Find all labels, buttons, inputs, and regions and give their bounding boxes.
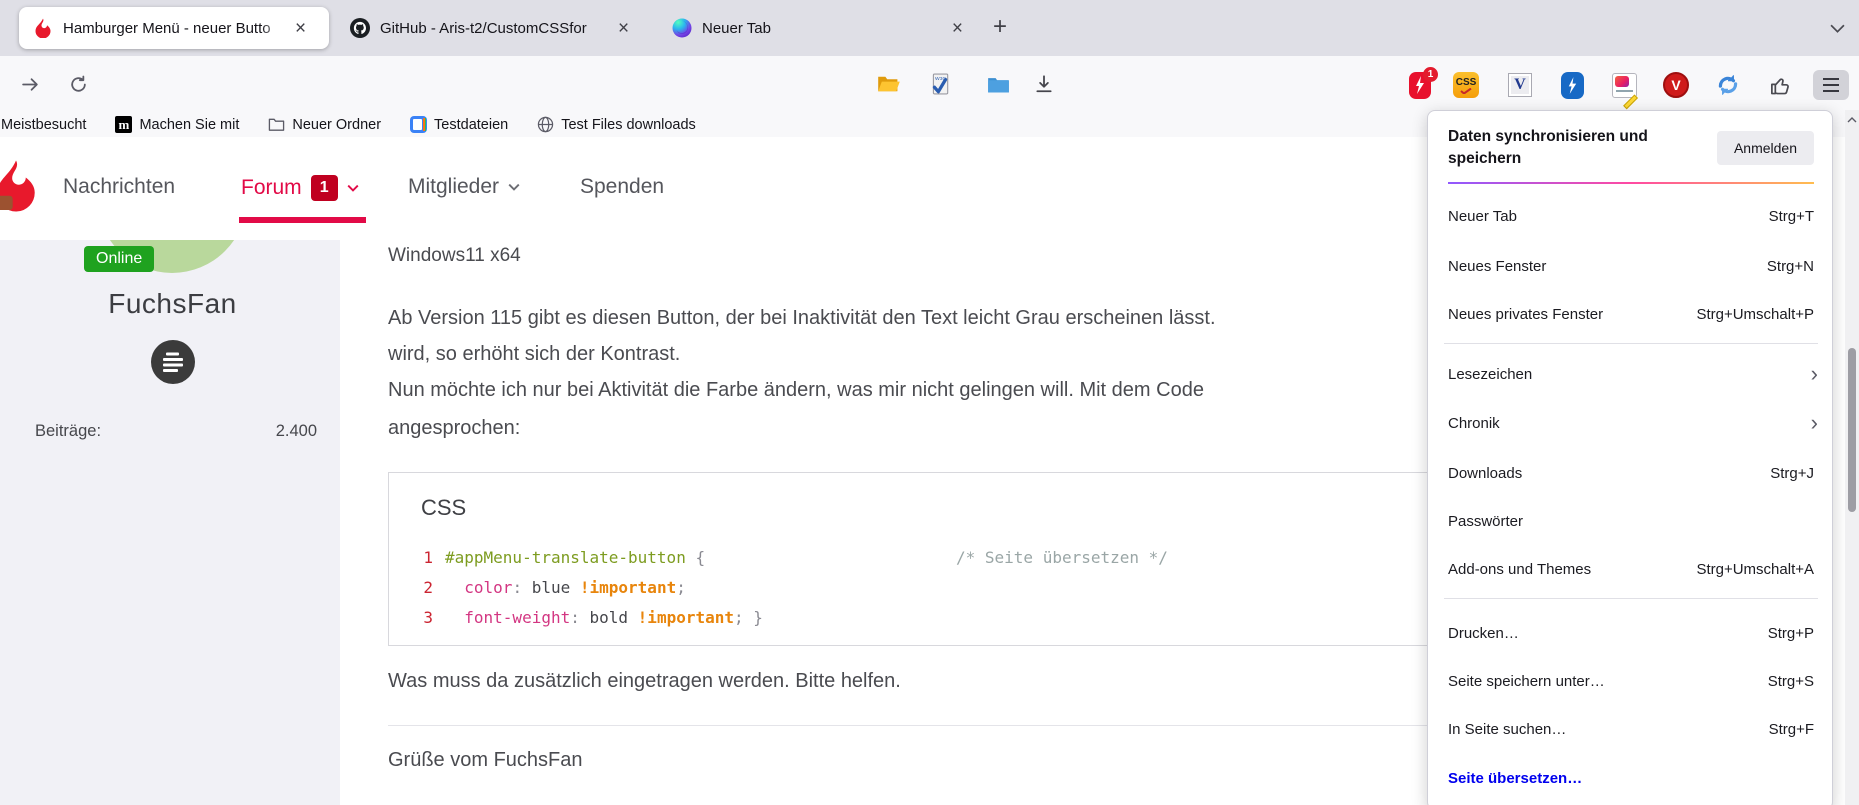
username[interactable]: FuchsFan <box>0 288 340 320</box>
tab-neuer-tab[interactable]: Neuer Tab × <box>658 7 973 49</box>
new-tab-button[interactable]: + <box>993 15 1007 39</box>
extension-page-editor-icon[interactable] <box>1610 71 1638 99</box>
status-badge: Online <box>84 246 154 272</box>
sync-header-label: Daten synchronisieren und speichern <box>1448 126 1680 170</box>
menu-sync-header: Daten synchronisieren und speichern Anme… <box>1448 126 1814 170</box>
tab-title: Neuer Tab <box>702 20 944 37</box>
menu-item-chronik[interactable]: Chronik› <box>1428 405 1834 441</box>
firefox-favicon-icon <box>672 18 692 38</box>
bookmark-test-files-downloads[interactable]: Test Files downloads <box>537 116 696 133</box>
globe-icon <box>537 116 554 133</box>
thumbs-up-icon[interactable] <box>1766 71 1794 99</box>
tab-close-icon[interactable]: × <box>618 19 629 38</box>
open-folder-icon[interactable] <box>875 70 903 98</box>
menu-item-passwoerter[interactable]: Passwörter <box>1428 503 1834 539</box>
tab-github[interactable]: GitHub - Aris-t2/CustomCSSfor × <box>336 7 652 49</box>
post-signature: Grüße vom FuchsFan <box>388 749 583 772</box>
reload-icon[interactable] <box>64 70 92 98</box>
gradient-divider <box>1448 182 1814 184</box>
tab-title: Hamburger Menü - neuer Butto <box>63 20 287 37</box>
post-paragraph-line: wird, so erhöht sich der Kontrast. <box>388 343 680 366</box>
code-lines[interactable]: 1#appMenu-translate-button {/* Seite übe… <box>419 543 763 633</box>
testdateien-favicon-icon <box>410 116 427 133</box>
window-scrollbar[interactable] <box>1845 110 1859 805</box>
post-paragraph-line: Nun möchte ich nur bei Aktivität die Far… <box>388 379 1204 402</box>
menu-item-neues-fenster[interactable]: Neues FensterStrg+N <box>1428 248 1834 284</box>
menu-divider <box>1444 598 1818 599</box>
tab-hamburger-menu[interactable]: Hamburger Menü - neuer Butto × <box>19 7 329 49</box>
menu-item-drucken[interactable]: Drucken…Strg+P <box>1428 615 1834 651</box>
post-author-sidebar: Online FuchsFan Beiträge: 2.400 <box>0 240 340 805</box>
user-rank-icon <box>150 339 196 390</box>
bookmark-meistbesucht[interactable]: Meistbesucht <box>1 117 86 133</box>
menu-item-seite-uebersetzen[interactable]: Seite übersetzen… <box>1428 760 1834 796</box>
nav-nachrichten[interactable]: Nachrichten <box>63 175 175 199</box>
site-logo-flame-icon[interactable] <box>0 159 38 222</box>
extension-flagfox-icon[interactable]: 1 <box>1406 71 1434 99</box>
tab-title: GitHub - Aris-t2/CustomCSSfor <box>380 20 610 37</box>
submenu-chevron-icon: › <box>1811 412 1818 434</box>
folder-outline-icon <box>268 116 285 133</box>
scrollbar-thumb[interactable] <box>1848 348 1856 512</box>
code-line-3: 3 font-weight: bold !important; } <box>419 603 763 633</box>
menu-item-downloads[interactable]: DownloadsStrg+J <box>1428 455 1834 491</box>
download-icon[interactable] <box>1030 70 1058 98</box>
chevron-down-icon <box>508 183 520 191</box>
nav-mitglieder[interactable]: Mitglieder <box>408 175 520 199</box>
menu-item-neuer-tab[interactable]: Neuer TabStrg+T <box>1428 198 1834 234</box>
extension-v-red-icon[interactable]: V <box>1662 71 1690 99</box>
code-line-1: 1#appMenu-translate-button {/* Seite übe… <box>419 543 763 573</box>
extension-lightning-icon[interactable] <box>1558 71 1586 99</box>
post-meta: Windows11 x64 <box>388 245 521 267</box>
submenu-chevron-icon: › <box>1811 363 1818 385</box>
forum-count-badge: 1 <box>311 175 338 201</box>
github-favicon-icon <box>350 18 370 38</box>
menu-item-seite-speichern[interactable]: Seite speichern unter…Strg+S <box>1428 663 1834 699</box>
posts-value: 2.400 <box>276 422 317 441</box>
nav-spenden[interactable]: Spenden <box>580 175 664 199</box>
code-language-label: CSS <box>421 495 466 521</box>
extension-sync-icon[interactable] <box>1714 71 1742 99</box>
forward-icon[interactable] <box>16 70 44 98</box>
tab-bar: Hamburger Menü - neuer Butto × GitHub - … <box>0 0 1859 56</box>
tab-close-icon[interactable]: × <box>295 19 306 38</box>
chevron-down-icon <box>347 184 359 192</box>
sign-in-button[interactable]: Anmelden <box>1717 131 1814 165</box>
m-favicon-icon: m <box>115 116 132 133</box>
navigation-toolbar: https://www.camp-firefox.de/forum/thema/… <box>0 56 1859 112</box>
menu-divider <box>1444 343 1818 344</box>
scrollbar-up-icon[interactable] <box>1846 114 1858 126</box>
post-question: Was muss da zusätzlich eingetragen werde… <box>388 670 901 693</box>
posts-count-row: Beiträge: 2.400 <box>35 422 317 441</box>
bookmark-machen-sie-mit[interactable]: m Machen Sie mit <box>115 116 239 133</box>
extension-css-icon[interactable]: CSS <box>1452 71 1480 99</box>
w3c-validator-icon[interactable]: W3C <box>926 70 954 98</box>
flame-favicon-icon <box>33 18 53 38</box>
forum-active-underline <box>239 217 366 223</box>
tab-close-icon[interactable]: × <box>952 19 963 38</box>
menu-item-addons-themes[interactable]: Add-ons und ThemesStrg+Umschalt+A <box>1428 551 1834 587</box>
menu-item-in-seite-suchen[interactable]: In Seite suchen…Strg+F <box>1428 711 1834 747</box>
posts-label: Beiträge: <box>35 422 101 441</box>
menu-item-neues-privates-fenster[interactable]: Neues privates FensterStrg+Umschalt+P <box>1428 296 1834 332</box>
code-line-2: 2 color: blue !important; <box>419 573 763 603</box>
extension-badge: 1 <box>1423 67 1438 82</box>
bookmark-testdateien[interactable]: Testdateien <box>410 116 508 133</box>
app-menu-panel: Daten synchronisieren und speichern Anme… <box>1427 110 1833 805</box>
menu-item-lesezeichen[interactable]: Lesezeichen› <box>1428 356 1834 392</box>
extension-v-icon[interactable]: V <box>1506 71 1534 99</box>
nav-forum[interactable]: Forum 1 <box>241 175 359 201</box>
post-paragraph-line: Ab Version 115 gibt es diesen Button, de… <box>388 307 1216 330</box>
app-menu-button[interactable] <box>1813 70 1849 100</box>
bookmark-neuer-ordner[interactable]: Neuer Ordner <box>268 116 381 133</box>
blue-folder-icon[interactable] <box>984 70 1012 98</box>
post-paragraph-line: angesprochen: <box>388 417 520 440</box>
list-all-tabs-icon[interactable] <box>1830 20 1845 38</box>
